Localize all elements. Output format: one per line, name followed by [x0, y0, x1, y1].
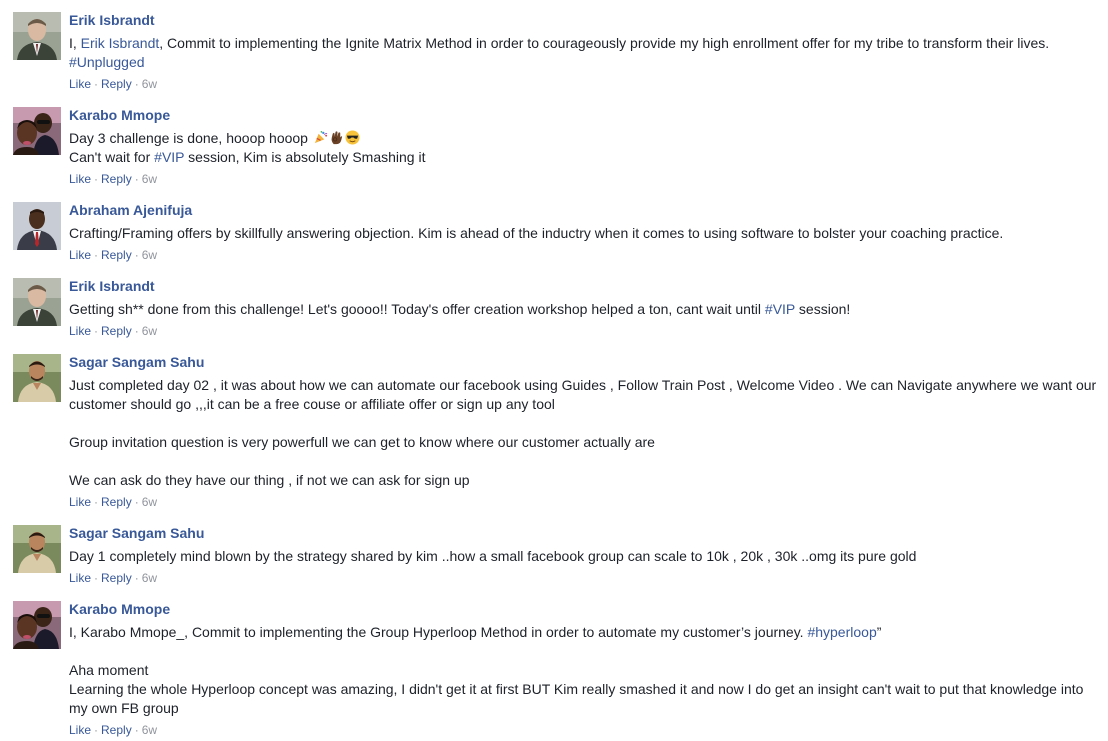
avatar-man-suit-red-tie-icon: [13, 202, 61, 250]
comment-author[interactable]: Karabo Mmope: [69, 106, 1105, 125]
separator-dot: ·: [94, 172, 99, 186]
hashtag-link[interactable]: #VIP: [765, 301, 795, 317]
avatar[interactable]: [13, 107, 61, 155]
avatar-man-outdoors-icon: [13, 525, 61, 573]
avatar[interactable]: [13, 278, 61, 326]
separator-dot: ·: [134, 571, 139, 585]
comment-text-part: Learning the whole Hyperloop concept was…: [69, 681, 1084, 716]
comment-text: I, Erik Isbrandt, Commit to implementing…: [69, 34, 1105, 72]
avatar-man-suit-green-icon: [13, 278, 61, 326]
comment-text-part: Can't wait for: [69, 149, 155, 165]
avatar[interactable]: [13, 525, 61, 573]
comment-text-part: session!: [795, 301, 851, 317]
comment-text-part: Just completed day 02 , it was about how…: [69, 377, 1097, 412]
avatar-man-suit-green-icon: [13, 12, 61, 60]
hashtag-link[interactable]: #hyperloop: [807, 624, 876, 640]
comment-actions: Like · Reply · 6w: [69, 494, 1105, 510]
like-link[interactable]: Like: [69, 77, 91, 91]
like-link[interactable]: Like: [69, 495, 91, 509]
separator-dot: ·: [94, 495, 99, 509]
comment-author[interactable]: Erik Isbrandt: [69, 277, 1105, 296]
comment-author[interactable]: Abraham Ajenifuja: [69, 201, 1105, 220]
reply-link[interactable]: Reply: [101, 571, 132, 585]
mention-link[interactable]: Erik Isbrandt: [81, 35, 160, 51]
comment-text-part: ”: [876, 624, 882, 640]
reply-link[interactable]: Reply: [101, 77, 132, 91]
comment-text: Getting sh** done from this challenge! L…: [69, 300, 1105, 319]
comment-timestamp[interactable]: 6w: [142, 248, 157, 262]
separator-dot: ·: [134, 723, 139, 737]
comment-actions: Like · Reply · 6w: [69, 76, 1105, 92]
separator-dot: ·: [134, 324, 139, 338]
comment-text-part: Aha moment: [69, 662, 149, 678]
avatar[interactable]: [13, 354, 61, 402]
reply-link[interactable]: Reply: [101, 172, 132, 186]
reply-link[interactable]: Reply: [101, 495, 132, 509]
avatar-man-outdoors-icon: [13, 354, 61, 402]
comment-actions: Like · Reply · 6w: [69, 570, 1105, 586]
comment-actions: Like · Reply · 6w: [69, 247, 1105, 263]
comment-actions: Like · Reply · 6w: [69, 323, 1105, 339]
comment-timestamp[interactable]: 6w: [142, 324, 157, 338]
comment-text-part: session, Kim is absolutely Smashing it: [184, 149, 426, 165]
comment-timestamp[interactable]: 6w: [142, 495, 157, 509]
comment-author[interactable]: Sagar Sangam Sahu: [69, 353, 1105, 372]
like-link[interactable]: Like: [69, 571, 91, 585]
comment-author[interactable]: Sagar Sangam Sahu: [69, 524, 1105, 543]
comment-actions: Like · Reply · 6w: [69, 722, 1105, 738]
comment-text: Day 1 completely mind blown by the strat…: [69, 547, 1105, 566]
hashtag-link[interactable]: #VIP: [154, 149, 184, 165]
separator-dot: ·: [94, 571, 99, 585]
separator-dot: ·: [134, 172, 139, 186]
comment-timestamp[interactable]: 6w: [142, 172, 157, 186]
comment-text: Just completed day 02 , it was about how…: [69, 376, 1105, 490]
comment-text-part: I,: [69, 35, 81, 51]
comment-text: Day 3 challenge is done, hooop hooop Can…: [69, 129, 1105, 167]
comment-author[interactable]: Karabo Mmope: [69, 600, 1105, 619]
party-popper-emoji-icon: [314, 131, 328, 144]
comment-text-part: , Commit to implementing the Ignite Matr…: [159, 35, 1050, 51]
reply-link[interactable]: Reply: [101, 723, 132, 737]
avatar[interactable]: [13, 12, 61, 60]
comment-author[interactable]: Erik Isbrandt: [69, 11, 1105, 30]
comment-text-part: Getting sh** done from this challenge! L…: [69, 301, 765, 317]
comment-text-part: Group invitation question is very powerf…: [69, 434, 655, 450]
like-link[interactable]: Like: [69, 172, 91, 186]
avatar-two-people-selfie-icon: [13, 107, 61, 155]
separator-dot: ·: [94, 77, 99, 91]
separator-dot: ·: [94, 248, 99, 262]
comment-timestamp[interactable]: 6w: [142, 77, 157, 91]
reply-link[interactable]: Reply: [101, 248, 132, 262]
comment-text: Crafting/Framing offers by skillfully an…: [69, 224, 1105, 243]
comment-timestamp[interactable]: 6w: [142, 723, 157, 737]
sunglasses-emoji-icon: [345, 130, 360, 145]
separator-dot: ·: [134, 495, 139, 509]
comment-text-part: I, Karabo Mmope_, Commit to implementing…: [69, 624, 808, 640]
separator-dot: ·: [94, 723, 99, 737]
separator-dot: ·: [94, 324, 99, 338]
separator-dot: ·: [134, 77, 139, 91]
separator-dot: ·: [134, 248, 139, 262]
hashtag-link[interactable]: #Unplugged: [69, 54, 145, 70]
comment-actions: Like · Reply · 6w: [69, 171, 1105, 187]
like-link[interactable]: Like: [69, 324, 91, 338]
like-link[interactable]: Like: [69, 248, 91, 262]
comment-text: I, Karabo Mmope_, Commit to implementing…: [69, 623, 1105, 718]
comment-text-part: Day 3 challenge is done, hooop hooop: [69, 130, 308, 146]
comment-text-part: Day 1 completely mind blown by the strat…: [69, 548, 917, 564]
avatar[interactable]: [13, 202, 61, 250]
reply-link[interactable]: Reply: [101, 324, 132, 338]
comment-text-part: Crafting/Framing offers by skillfully an…: [69, 225, 1004, 241]
comment-text-part: We can ask do they have our thing , if n…: [69, 472, 470, 488]
like-link[interactable]: Like: [69, 723, 91, 737]
comment-timestamp[interactable]: 6w: [142, 571, 157, 585]
ok-hand-emoji-icon: [331, 131, 342, 145]
avatar-two-people-selfie-icon: [13, 601, 61, 649]
avatar[interactable]: [13, 601, 61, 649]
